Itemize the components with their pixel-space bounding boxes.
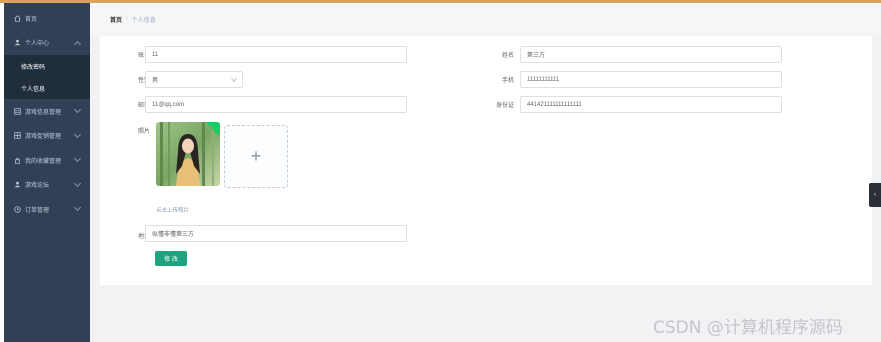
user-icon bbox=[13, 39, 21, 47]
address-input[interactable]: 似懂非懂第三方 bbox=[145, 225, 407, 242]
chevron-down-icon bbox=[73, 204, 82, 212]
idcard-label: 身份证 bbox=[495, 103, 514, 109]
name-value: 第三方 bbox=[527, 53, 546, 59]
phone-value: 11111111111 bbox=[527, 76, 560, 83]
idcard-value: 441421111111111111 bbox=[527, 101, 582, 108]
sidebar-item-label: 个人中心 bbox=[25, 41, 50, 48]
chevron-down-icon bbox=[73, 179, 82, 187]
breadcrumb-home-link[interactable]: 首页 bbox=[110, 15, 122, 24]
clock-icon bbox=[13, 205, 21, 213]
chevron-down-icon bbox=[73, 130, 82, 138]
main-content: 首页 / 个人信息 账号 11 姓名 第三方 性别 男 手机 111111111… bbox=[90, 3, 881, 342]
phone-input[interactable]: 11111111111 bbox=[520, 71, 782, 88]
chevron-down-icon bbox=[73, 155, 82, 163]
upload-hint: 点击上传照片 bbox=[156, 208, 190, 214]
sidebar-item-game-promotion[interactable]: 游戏促销管理 bbox=[4, 124, 90, 149]
home-icon bbox=[13, 14, 21, 22]
sidebar-item-label: 游戏论坛 bbox=[25, 183, 50, 190]
sidebar-menu: 首页 个人中心 修改密码 个人信息 游戏信息管理 游戏促销管理 我的收藏管理 游… bbox=[4, 3, 90, 342]
sidebar-item-label: 订单管理 bbox=[25, 207, 50, 214]
chevron-down-icon bbox=[231, 76, 237, 82]
plus-icon: + bbox=[250, 146, 262, 166]
email-value: 11@qq.com bbox=[152, 101, 184, 108]
sidebar-item-label: 首页 bbox=[25, 16, 38, 23]
name-label: 姓名 bbox=[501, 53, 514, 59]
chevron-up-icon bbox=[73, 40, 82, 48]
watermark: CSDN @计算机程序源码 bbox=[653, 318, 843, 338]
chevron-left-icon: ‹ bbox=[874, 192, 876, 198]
breadcrumb-separator: / bbox=[126, 16, 128, 22]
idcard-input[interactable]: 441421111111111111 bbox=[520, 96, 782, 113]
grid-icon bbox=[13, 132, 21, 140]
grid-icon bbox=[13, 107, 21, 115]
gender-select[interactable]: 男 bbox=[145, 71, 243, 88]
name-input[interactable]: 第三方 bbox=[520, 46, 782, 63]
user-icon bbox=[13, 181, 21, 189]
sidebar-subitem-change-password[interactable]: 修改密码 bbox=[4, 55, 90, 77]
sidebar-item-order-management[interactable]: 订单管理 bbox=[4, 197, 90, 222]
modify-button[interactable]: 修 改 bbox=[155, 251, 187, 266]
sidebar-item-label: 游戏信息管理 bbox=[25, 109, 62, 116]
sidebar-item-label: 游戏促销管理 bbox=[25, 134, 62, 141]
account-value: 11 bbox=[152, 51, 159, 58]
phone-label: 手机 bbox=[501, 78, 514, 84]
personal-info-form: 账号 11 姓名 第三方 性别 男 手机 11111111111 邮箱 11@q… bbox=[100, 36, 872, 285]
account-input[interactable]: 11 bbox=[145, 46, 407, 63]
photo-upload-button[interactable]: + bbox=[224, 125, 288, 188]
modify-button-label: 修 改 bbox=[164, 257, 178, 263]
breadcrumb-current: 个人信息 bbox=[131, 17, 156, 24]
sidebar-subitem-label: 个人信息 bbox=[21, 86, 46, 93]
sidebar-subitem-personal-info[interactable]: 个人信息 bbox=[4, 77, 90, 99]
chevron-down-icon bbox=[73, 106, 82, 114]
sidebar-subitem-label: 修改密码 bbox=[21, 64, 46, 71]
sidebar-item-home[interactable]: 首页 bbox=[4, 6, 90, 31]
sidebar-item-label: 我的收藏管理 bbox=[25, 158, 62, 165]
sidebar-item-game-forum[interactable]: 游戏论坛 bbox=[4, 173, 90, 198]
panel-toggle-button[interactable]: ‹ bbox=[869, 183, 881, 207]
sidebar-item-game-info[interactable]: 游戏信息管理 bbox=[4, 99, 90, 124]
profile-photo[interactable] bbox=[156, 122, 220, 186]
sidebar-item-my-favorites[interactable]: 我的收藏管理 bbox=[4, 148, 90, 173]
gender-value: 男 bbox=[152, 78, 159, 84]
breadcrumb: 首页 / 个人信息 bbox=[90, 3, 881, 35]
sidebar-item-personal-center[interactable]: 个人中心 bbox=[4, 31, 90, 56]
lock-icon bbox=[13, 156, 21, 164]
photo-label: 照片 bbox=[137, 129, 150, 135]
address-value: 似懂非懂第三方 bbox=[152, 232, 195, 238]
email-input[interactable]: 11@qq.com bbox=[145, 96, 407, 113]
profile-photo-image bbox=[156, 122, 220, 186]
